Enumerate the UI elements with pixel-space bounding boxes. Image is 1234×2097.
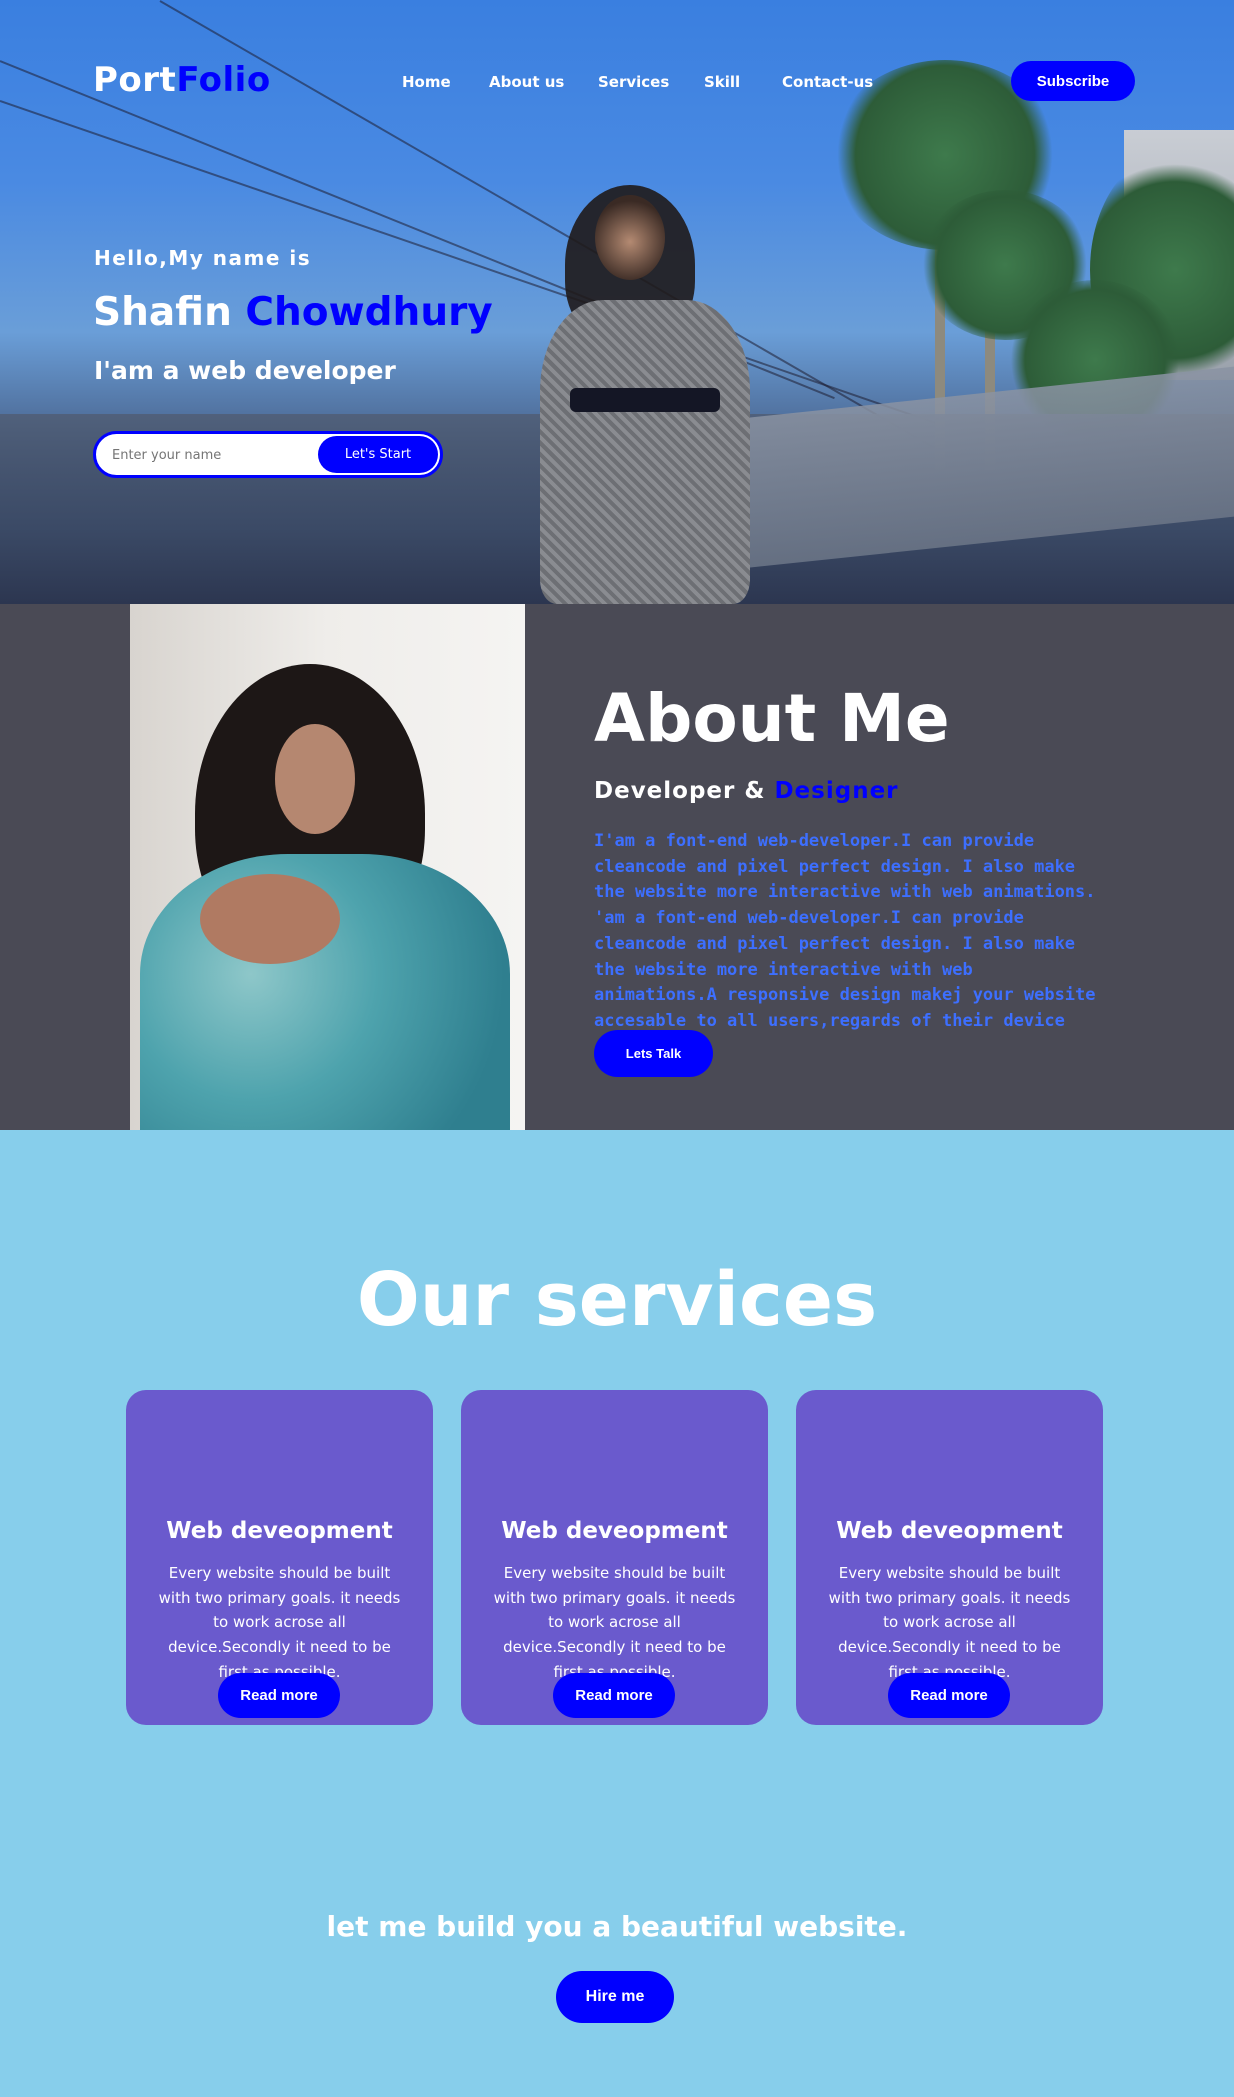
about-title: About Me — [594, 680, 950, 757]
services-title: Our services — [356, 1257, 878, 1343]
hero-role: I'am a web developer — [94, 356, 396, 385]
lets-start-button[interactable]: Let's Start — [318, 436, 438, 473]
service-card-title: Web deveopment — [836, 1518, 1063, 1544]
nav-link-services[interactable]: Services — [598, 73, 669, 91]
person-dress — [540, 300, 750, 604]
hero-section: PortFolio Home About us Services Skill C… — [0, 0, 1234, 604]
person-face — [595, 195, 665, 280]
about-subtitle-designer: Designer — [774, 778, 899, 804]
hero-last-name: Chowdhury — [245, 290, 493, 335]
service-card: Web deveopment Every website should be b… — [126, 1390, 433, 1725]
lets-talk-button[interactable]: Lets Talk — [594, 1030, 713, 1077]
start-form: Let's Start — [93, 431, 443, 478]
name-input[interactable] — [110, 443, 310, 467]
cta-text: let me build you a beautiful website. — [326, 1910, 908, 1943]
read-more-button[interactable]: Read more — [888, 1673, 1010, 1718]
logo-text-folio: Folio — [176, 60, 271, 100]
service-card-title: Web deveopment — [166, 1518, 393, 1544]
nav-link-contact[interactable]: Contact-us — [782, 73, 873, 91]
service-card-text: Every website should be built with two p… — [158, 1564, 401, 1681]
service-card-title: Web deveopment — [501, 1518, 728, 1544]
hire-me-button[interactable]: Hire me — [556, 1971, 674, 2023]
hero-first-name: Shafin — [93, 290, 232, 335]
about-subtitle-developer: Developer & — [594, 778, 766, 804]
subscribe-button[interactable]: Subscribe — [1011, 61, 1135, 101]
photo-hand — [200, 874, 340, 964]
service-card-text: Every website should be built with two p… — [828, 1564, 1071, 1681]
nav-link-skill[interactable]: Skill — [704, 73, 740, 91]
read-more-button[interactable]: Read more — [218, 1673, 340, 1718]
hero-greeting: Hello,My name is — [94, 246, 312, 270]
service-card-text: Every website should be built with two p… — [493, 1564, 736, 1681]
service-card: Web deveopment Every website should be b… — [796, 1390, 1103, 1725]
read-more-button[interactable]: Read more — [553, 1673, 675, 1718]
person-belt — [570, 388, 720, 412]
service-card: Web deveopment Every website should be b… — [461, 1390, 768, 1725]
logo-text-port: Port — [93, 60, 177, 100]
hero-name: Shafin Chowdhury — [93, 290, 493, 335]
photo-face — [275, 724, 355, 834]
logo[interactable]: PortFolio — [93, 60, 271, 100]
nav-link-home[interactable]: Home — [402, 73, 451, 91]
about-description: I'am a font-end web-developer.I can prov… — [594, 831, 1096, 1031]
about-subtitle: Developer & Designer — [594, 778, 899, 804]
top-navbar: PortFolio Home About us Services Skill C… — [0, 0, 1234, 164]
about-photo — [130, 604, 525, 1130]
nav-link-about[interactable]: About us — [489, 73, 564, 91]
